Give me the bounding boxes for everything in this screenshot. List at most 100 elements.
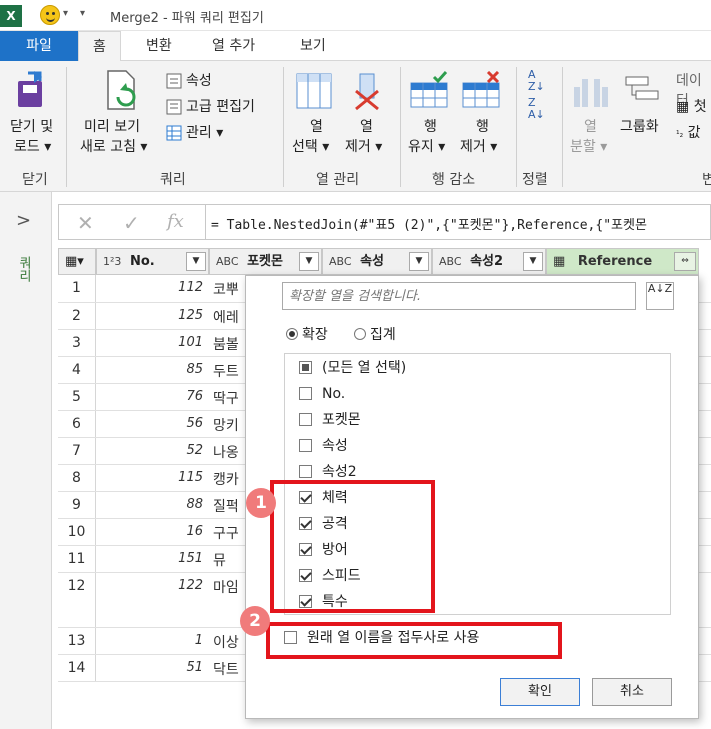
qat-customize-icon[interactable]: ▾ [80,8,85,19]
cell-pokemon[interactable]: 닥트 [213,659,245,679]
cell-no[interactable]: 56 [96,416,209,431]
cell-no[interactable]: 101 [96,335,209,350]
row-number[interactable]: 8 [58,465,96,491]
column-checkbox-item[interactable]: 속성 [299,435,348,457]
annotation-box-prefix-option [266,622,562,659]
confirm-formula-icon[interactable]: ✓ [123,211,140,235]
split-column-sublabel: 분할 ▾ [570,139,608,155]
smiley-feedback-icon[interactable] [40,5,60,25]
cell-no[interactable]: 112 [96,280,209,295]
column-header-attr[interactable]: ABC 속성 ▼ [322,248,432,275]
column-header-pokemon[interactable]: ABC 포켓몬 ▼ [209,248,322,275]
column-header-attr2[interactable]: ABC 속성2 ▼ [432,248,546,275]
cell-no[interactable]: 115 [96,470,209,485]
row-number[interactable]: 2 [58,303,96,329]
row-number-label: 6 [72,416,81,432]
cell-pokemon[interactable]: 나옹 [213,442,245,462]
row-number[interactable]: 12 [58,573,96,627]
remove-rows-icon [462,71,500,108]
group-label-sort: 정렬 [522,172,548,188]
filter-dropdown-icon[interactable]: ▼ [523,252,543,271]
cell-pokemon[interactable]: 딱구 [213,388,245,408]
cell-pokemon[interactable]: 망키 [213,415,245,435]
cell-pokemon[interactable]: 코뿌 [213,279,245,299]
sort-columns-button[interactable]: A↓Z [646,282,674,310]
cancel-button[interactable]: 취소 [592,678,672,706]
row-number-label: 7 [72,443,81,459]
formula-input[interactable]: = Table.NestedJoin(#"표5 (2)",{"포켓몬"},Ref… [211,214,647,233]
cell-no[interactable]: 125 [96,308,209,323]
cell-no[interactable]: 122 [96,578,209,593]
row-number[interactable]: 6 [58,411,96,437]
column-checkbox-item[interactable]: 포켓몬 [299,409,361,431]
row-number-label: 12 [67,578,86,594]
sort-ascending-icon[interactable]: A Z↓ [528,69,545,93]
ok-button[interactable]: 확인 [500,678,580,706]
column-search-input[interactable] [283,283,635,309]
filter-dropdown-icon[interactable]: ▼ [299,252,319,271]
radio-expand[interactable]: 확장 [286,324,328,344]
first-row-header-button[interactable]: ▦ 첫 [676,97,707,117]
cell-pokemon[interactable]: 마임 [213,577,245,597]
column-header-no[interactable]: 1²3 No. ▼ [96,248,209,275]
row-number[interactable]: 13 [58,628,96,654]
column-header-reference[interactable]: ▦ Reference ⇔ [546,248,699,275]
row-number[interactable]: 10 [58,519,96,545]
column-search-box[interactable] [282,282,636,310]
first-row-label: 첫 [693,99,707,115]
row-number[interactable]: 11 [58,546,96,572]
cancel-formula-icon[interactable]: ✕ [77,211,94,235]
row-number[interactable]: 5 [58,384,96,410]
cell-pokemon[interactable]: 두트 [213,361,245,381]
tab-view[interactable]: 보기 [286,31,340,61]
remove-columns-label: 열 [360,119,373,135]
replace-values-button[interactable]: ¹₂ 값 [676,123,701,145]
cell-no[interactable]: 85 [96,362,209,377]
cell-pokemon[interactable]: 구구 [213,523,245,543]
cell-no[interactable]: 88 [96,497,209,512]
filter-dropdown-icon[interactable]: ▼ [409,252,429,271]
row-number[interactable]: 14 [58,655,96,681]
chevron-right-icon[interactable]: > [16,210,31,231]
table-menu-button[interactable]: ▦▾ [58,248,96,275]
cell-no[interactable]: 51 [96,660,209,675]
tab-transform[interactable]: 변환 [132,31,186,61]
cell-no[interactable]: 151 [96,551,209,566]
text-type-icon: ABC [216,255,239,268]
tab-add-column[interactable]: 열 추가 [198,31,269,61]
qat-dropdown-icon[interactable]: ▾ [63,8,68,19]
remove-columns-sublabel: 제거 ▾ [345,139,383,155]
filter-dropdown-icon[interactable]: ▼ [186,252,206,271]
cell-pokemon[interactable]: 이상 [213,632,245,652]
choose-columns-sublabel: 선택 ▾ [292,139,330,155]
expand-column-icon[interactable]: ⇔ [674,252,696,271]
split-column-icon [574,79,608,107]
cell-no[interactable]: 1 [96,633,209,648]
column-checkbox-item[interactable]: (모든 열 선택) [299,357,406,379]
cell-pokemon[interactable]: 에레 [213,307,245,327]
column-checkbox-label: 속성2 [322,464,357,480]
cell-no[interactable]: 16 [96,524,209,539]
row-number[interactable]: 9 [58,492,96,518]
row-number[interactable]: 3 [58,330,96,356]
column-checkbox-label: 속성 [322,438,348,454]
cell-pokemon[interactable]: 뮤 [213,550,245,570]
cell-no[interactable]: 52 [96,443,209,458]
cell-pokemon[interactable]: 질퍽 [213,496,245,516]
row-number[interactable]: 7 [58,438,96,464]
fx-icon[interactable]: fx [167,211,184,232]
row-number-label: 9 [72,497,81,513]
tab-file[interactable]: 파일 [0,31,78,61]
cell-pokemon[interactable]: 캥카 [213,469,245,489]
sort-descending-icon[interactable]: Z A↓ [528,97,545,121]
row-number-label: 13 [67,633,86,649]
column-checkbox-item[interactable]: No. [299,383,345,405]
row-number[interactable]: 1 [58,275,96,302]
tab-home[interactable]: 홈 [78,31,121,62]
column-checkbox-label: No. [322,386,346,402]
row-number[interactable]: 4 [58,357,96,383]
cell-no[interactable]: 76 [96,389,209,404]
text-type-icon: ABC [329,255,352,268]
radio-aggregate[interactable]: 집계 [354,324,396,344]
cell-pokemon[interactable]: 붐볼 [213,334,245,354]
